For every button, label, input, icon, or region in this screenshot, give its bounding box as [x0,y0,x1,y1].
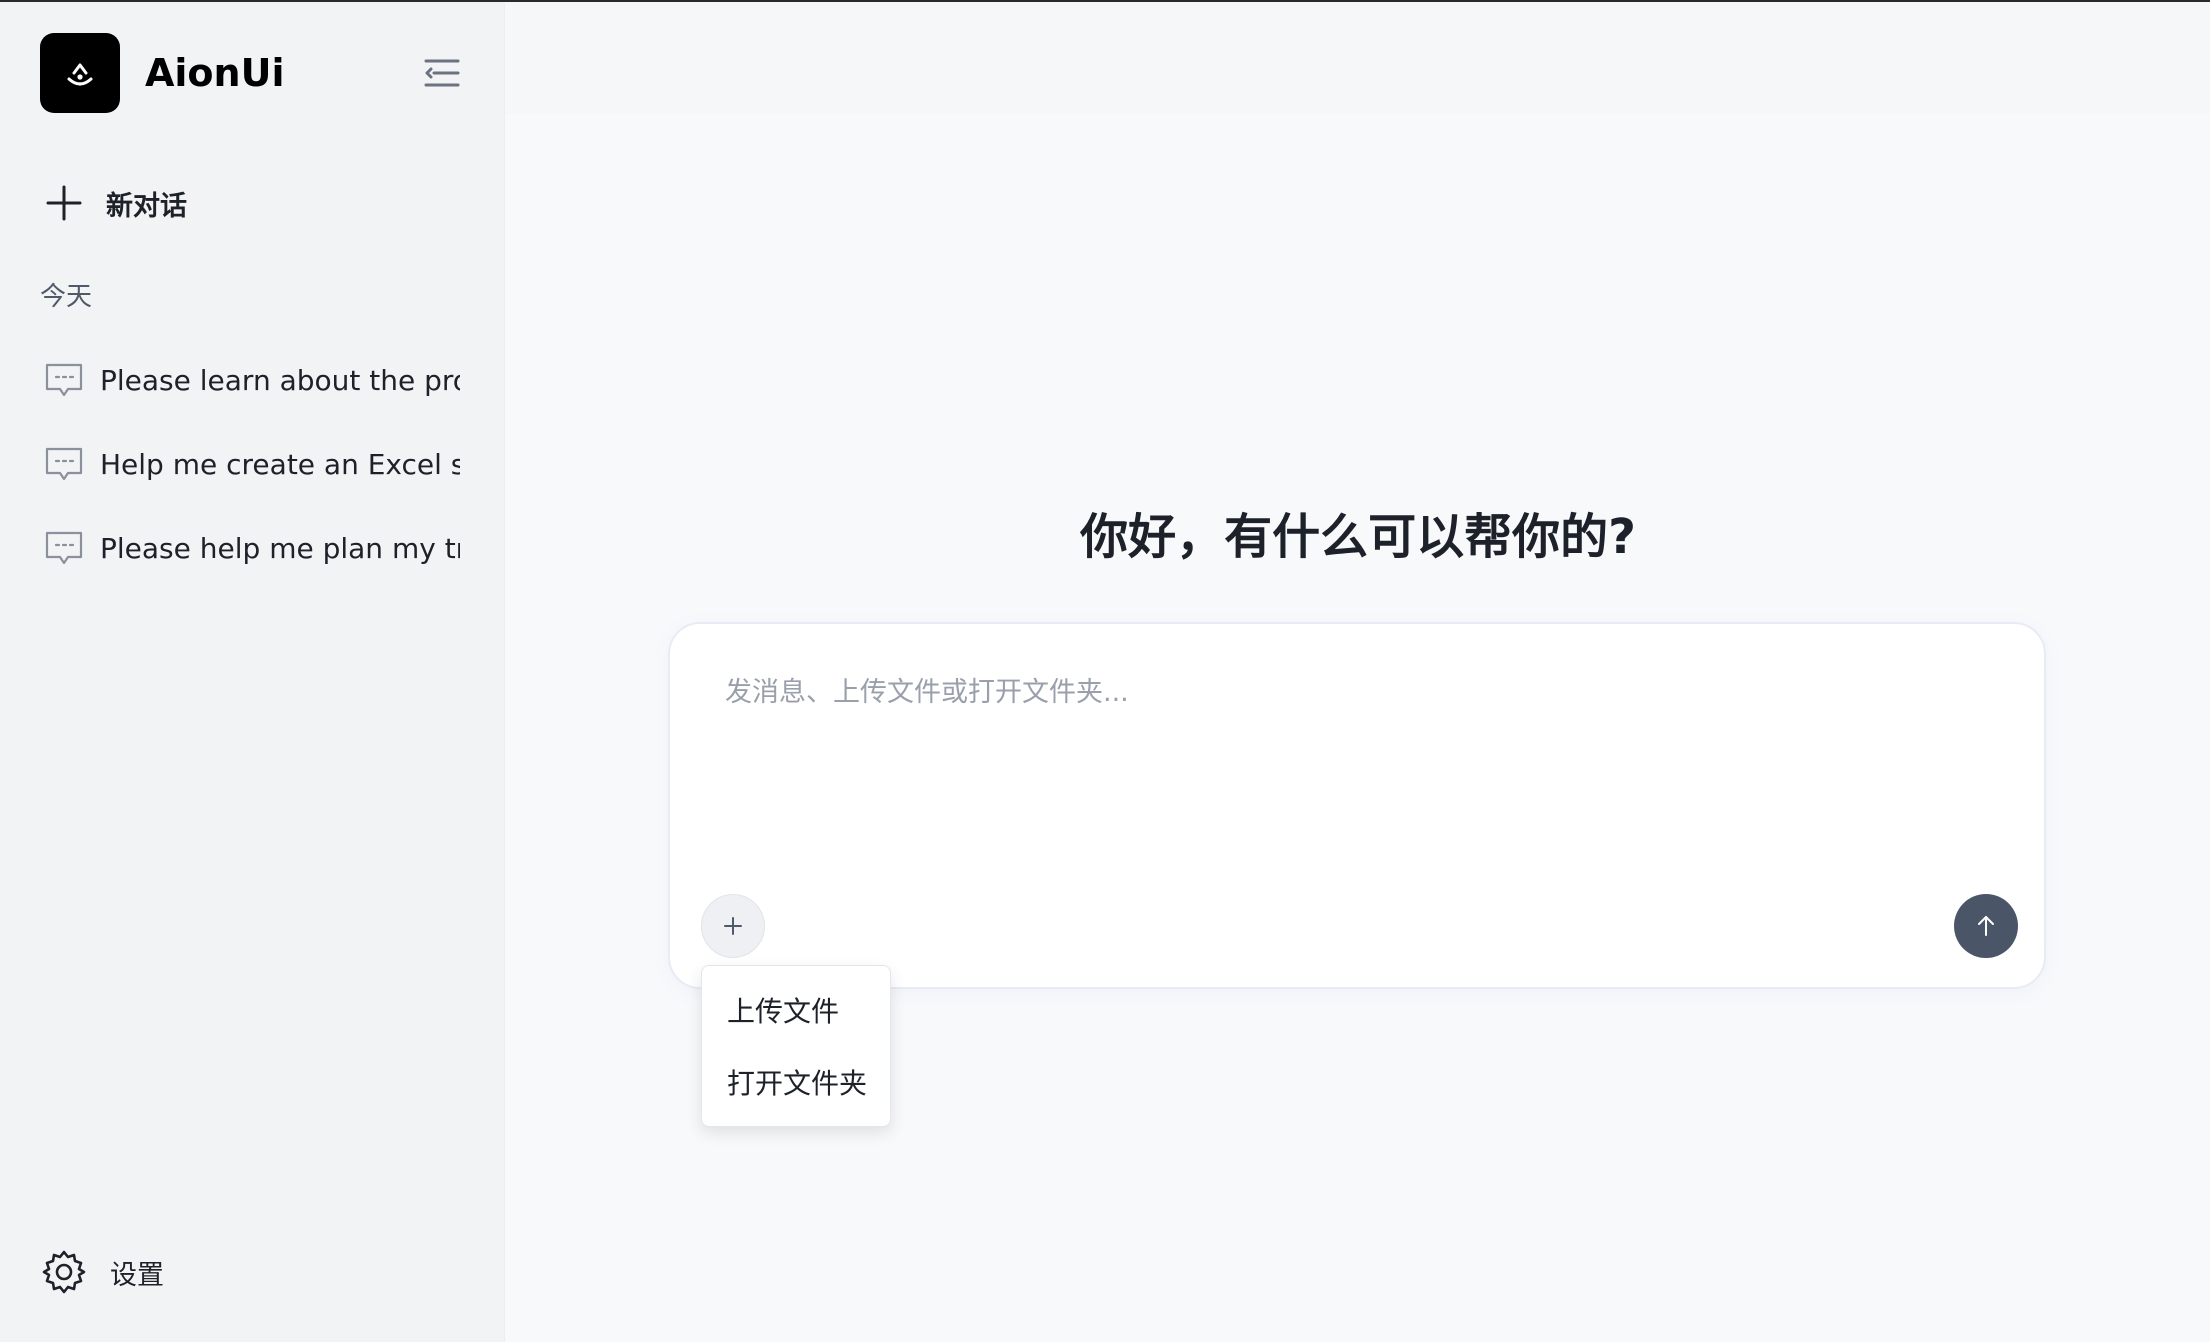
settings-label: 设置 [110,1259,164,1291]
menu-item-upload-file[interactable]: 上传文件 [702,974,890,1046]
attach-dropdown-menu: 上传文件 打开文件夹 [701,965,891,1127]
app-name: AionUi [145,51,285,95]
arrow-up-icon [1978,916,1994,936]
plus-icon [724,917,742,935]
history-item[interactable]: Please help me plan my trip: [44,506,464,590]
history-item-title: Help me create an Excel she [100,447,460,481]
chat-input-card [668,622,2046,989]
settings-button[interactable]: 设置 [40,1246,164,1298]
gear-icon [42,1250,86,1294]
history-item[interactable]: Help me create an Excel she [44,422,464,506]
message-input[interactable] [725,670,1985,820]
history-item-title: Please learn about the proje [100,363,460,397]
history-list: Please learn about the proje Help me cre… [44,338,464,590]
message-icon [45,531,83,565]
history-item-title: Please help me plan my trip: [100,531,460,565]
sidebar-collapse-button[interactable] [422,55,462,91]
logo-icon [40,33,120,113]
title-bar-area [506,2,2210,114]
message-icon [45,363,83,397]
section-title-today: 今天 [40,282,93,312]
greeting-heading: 你好，有什么可以帮你的? [1080,509,1636,565]
main-panel: 你好，有什么可以帮你的? 上传文件 打开文件夹 [506,2,2210,1342]
message-icon [45,447,83,481]
history-item[interactable]: Please learn about the proje [44,338,464,422]
sidebar-collapse-icon [424,59,460,87]
send-button[interactable] [1954,894,2018,958]
app-window: AionUi 新对话 今天 Please learn about the pro… [0,0,2210,1342]
new-chat-button[interactable]: 新对话 [44,177,187,229]
brand: AionUi [40,33,284,113]
attach-button[interactable] [701,894,765,958]
plus-icon [46,185,82,221]
new-chat-label: 新对话 [106,190,187,222]
menu-item-open-folder[interactable]: 打开文件夹 [702,1046,890,1118]
sidebar: AionUi 新对话 今天 Please learn about the pro… [0,2,505,1342]
